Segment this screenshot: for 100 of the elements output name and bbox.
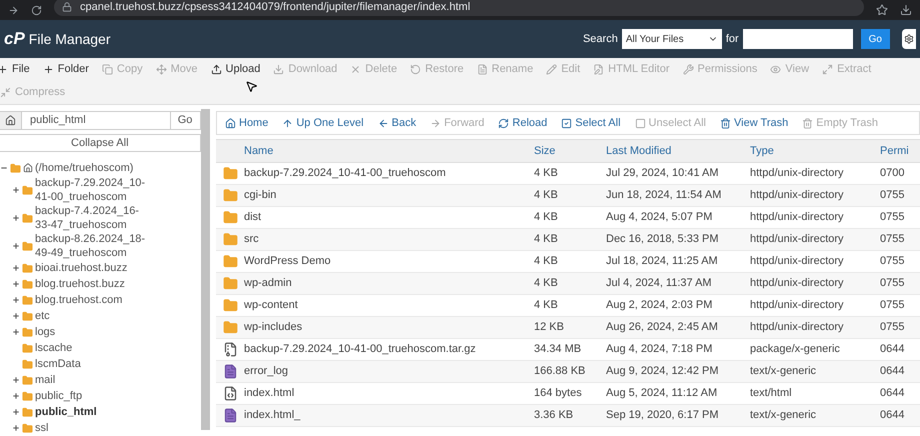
column-header[interactable]: Type: [750, 142, 880, 160]
wrench-icon: [682, 64, 694, 75]
folder-icon: [22, 240, 33, 252]
tree-item[interactable]: bioai.truehost.buzz: [35, 261, 150, 275]
tree-item[interactable]: logs: [35, 325, 150, 339]
eye-icon: [770, 64, 782, 75]
folder-icon: [22, 422, 33, 434]
expand-toggle-icon[interactable]: [12, 408, 20, 416]
table-cell-text: 4 KB: [534, 298, 559, 314]
tree-item[interactable]: ssl: [35, 421, 150, 435]
navigation-button[interactable]: Select All: [561, 114, 621, 132]
expand-toggle-icon[interactable]: [12, 280, 20, 288]
tree-item[interactable]: public_ftp: [35, 389, 150, 403]
navigation-button[interactable]: Up One Level: [282, 114, 364, 132]
toolbar-button[interactable]: Upload: [210, 58, 260, 81]
table-cell-text: 0644: [880, 408, 906, 424]
table-cell-text: error_log: [244, 364, 290, 380]
toolbar-button[interactable]: Folder: [42, 58, 89, 81]
navigation-button[interactable]: View Trash: [720, 114, 788, 132]
tree-item[interactable]: mail: [35, 373, 150, 387]
table-cell-text: 0644: [880, 364, 906, 380]
expand-toggle-icon[interactable]: [12, 264, 20, 272]
expand-toggle-icon[interactable]: [12, 186, 20, 194]
column-header[interactable]: Name: [244, 142, 534, 160]
table-cell-text: 4 KB: [534, 254, 559, 270]
download-icon[interactable]: [900, 4, 912, 16]
folder-icon: [22, 294, 33, 306]
address-bar[interactable]: cpanel.truehost.buzz/cpsess3412404079/frontend/jupiter/filemanager/index.html: [54, 0, 864, 16]
folder-icon: [22, 262, 33, 274]
table-cell-text: httpd/unix-directory: [750, 254, 845, 270]
expand-toggle-icon[interactable]: [12, 214, 20, 222]
expand-toggle-icon[interactable]: [12, 312, 20, 320]
collapse-all-button[interactable]: Collapse All: [0, 134, 201, 152]
folder-icon: [22, 212, 33, 224]
forward-icon[interactable]: [8, 4, 19, 16]
expand-toggle-icon[interactable]: [12, 328, 20, 336]
tree-item[interactable]: lscmData: [35, 357, 150, 371]
trash-icon: [720, 118, 732, 128]
folder-icon: [222, 232, 238, 247]
table-cell-text: src: [244, 232, 260, 248]
folder-icon: [222, 320, 238, 335]
table-cell-text: 0755: [880, 276, 906, 292]
logo: cP: [4, 28, 25, 50]
folder-icon: [22, 342, 33, 354]
tree-item[interactable]: (/home/truehoscom): [35, 160, 134, 176]
table-cell-text: httpd/unix-directory: [750, 166, 845, 182]
settings-button[interactable]: [902, 29, 916, 49]
search-label: Search: [582, 32, 618, 47]
arrow-up-icon: [282, 118, 294, 128]
code-file-icon: [222, 386, 238, 401]
table-cell-text: httpd/unix-directory: [750, 232, 845, 248]
expand-toggle-icon[interactable]: [12, 242, 20, 250]
table-cell-text: index.html: [244, 386, 296, 402]
navigation-button[interactable]: Reload: [498, 114, 548, 132]
table-cell-text: Aug 9, 2024, 12:42 PM: [606, 364, 720, 380]
table-cell-text: Sep 19, 2020, 6:17 PM: [606, 408, 720, 424]
navigation-button[interactable]: Home: [225, 114, 268, 132]
column-header[interactable]: Last Modified: [606, 142, 750, 160]
pencil-icon: [546, 64, 558, 75]
scrollbar[interactable]: [200, 109, 210, 430]
text-file-icon: [222, 364, 238, 379]
column-header[interactable]: Size: [534, 142, 606, 160]
plus-icon: [42, 64, 54, 75]
home-icon: [23, 163, 33, 173]
table-cell-text: 4 KB: [534, 166, 559, 182]
tree-item[interactable]: blog.truehost.com: [35, 293, 150, 307]
go-button[interactable]: Go: [860, 29, 890, 49]
app-title: File Manager: [28, 30, 110, 49]
search-field[interactable]: [742, 29, 853, 49]
plus-icon: [0, 64, 8, 75]
tree-item[interactable]: public_html: [35, 405, 150, 419]
undo-icon: [410, 64, 422, 75]
table-cell-text: Dec 16, 2018, 5:33 PM: [606, 232, 720, 248]
navigation-button[interactable]: Back: [378, 114, 416, 132]
star-icon[interactable]: [876, 4, 888, 16]
column-header[interactable]: Permi: [880, 142, 920, 160]
table-cell-text: Jun 18, 2024, 11:54 AM: [606, 188, 722, 204]
expand-toggle-icon[interactable]: [12, 392, 20, 400]
expand-toggle-icon[interactable]: [12, 376, 20, 384]
table-cell-text: Jul 29, 2024, 10:41 AM: [606, 166, 720, 182]
toolbar-button[interactable]: File: [0, 58, 30, 81]
tree-item[interactable]: etc: [35, 309, 150, 323]
close-icon: [350, 64, 362, 75]
table-cell-text: httpd/unix-directory: [750, 276, 845, 292]
table-cell-text: backup-7.29.2024_10-41-00_truehoscom: [244, 166, 447, 182]
table-cell-text: 0755: [880, 188, 906, 204]
folder-icon: [22, 278, 33, 290]
table-cell-text: 34.34 MB: [534, 342, 582, 358]
table-cell-text: text/x-generic: [750, 364, 818, 380]
table-cell-text: 4 KB: [534, 188, 559, 204]
expand-toggle-icon[interactable]: [12, 424, 20, 432]
table-cell-text: httpd/unix-directory: [750, 298, 845, 314]
tree-item[interactable]: lscache: [35, 341, 150, 355]
table-cell-text: backup-7.29.2024_10-41-00_truehoscom.tar.gz: [244, 342, 477, 358]
expand-toggle-icon[interactable]: [12, 296, 20, 304]
folder-icon: [22, 390, 33, 402]
tree-item[interactable]: blog.truehost.buzz: [35, 277, 150, 291]
search-scope-select[interactable]: All Your Files: [622, 29, 722, 49]
reload-icon[interactable]: [31, 4, 42, 16]
table-cell-text: 0755: [880, 210, 906, 226]
